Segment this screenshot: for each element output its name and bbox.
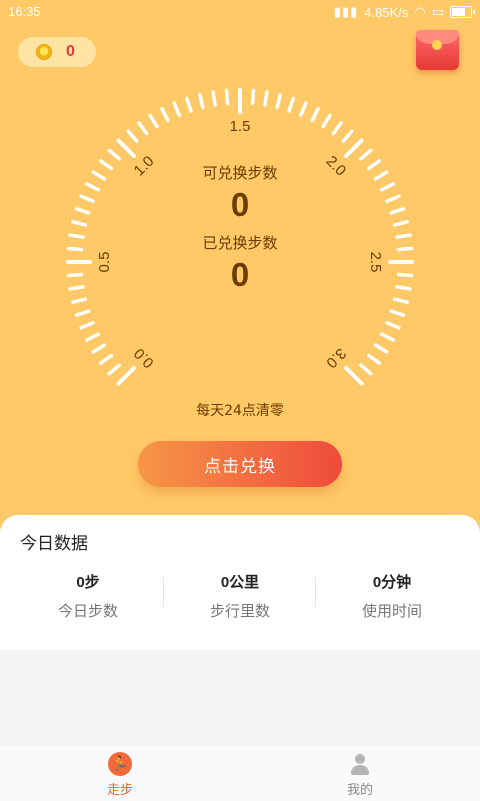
exchanged-steps-label: 已兑换步数 [202,234,278,252]
gauge-minor-tick [79,321,95,330]
gauge-minor-tick [148,113,159,129]
gauge-minor-tick [107,363,121,376]
gauge-minor-tick [373,343,389,354]
stat-time-label: 使用时间 [361,602,422,620]
gauge-minor-tick [172,101,181,117]
gauge-minor-tick [331,121,343,136]
gauge-minor-tick [126,129,139,143]
exchangeable-steps-value: 0 [230,186,250,223]
tab-walk-label: 走步 [106,783,133,798]
gauge-major-tick [344,366,364,386]
gauge-minor-tick [366,353,381,365]
gauge-minor-tick [263,90,269,107]
gauge-minor-tick [275,93,282,110]
gauge-minor-tick [385,321,401,330]
walk-icon: 🏃 [108,752,132,776]
tab-walk[interactable]: 🏃 走步 [0,752,240,798]
gauge-minor-tick [160,106,170,123]
today-data-card: 今日数据 0步 今日步数 0公里 步行里数 0分钟 使用时间 [0,515,480,650]
user-icon [348,752,372,776]
gauge-minor-tick [71,297,88,304]
exchange-button[interactable]: 点击兑换 [138,441,342,487]
gauge-minor-tick [99,353,114,365]
exchangeable-steps-label: 可兑换步数 [202,164,278,182]
gauge-minor-tick [379,332,396,342]
gauge-major-tick [116,366,136,386]
stat-time: 0分钟 使用时间 [312,571,472,621]
gauge-minor-tick [185,96,193,113]
gauge-minor-tick [91,343,107,354]
gauge-minor-tick [359,148,373,161]
bottom-tab-bar: 🏃 走步 我的 [0,745,480,801]
gauge-minor-tick [299,101,308,117]
gauge-minor-tick [392,297,409,304]
stat-steps: 0步 今日步数 [8,571,168,621]
stat-distance-value: 0公里 [220,574,260,591]
gauge-minor-tick [359,363,373,376]
today-data-title: 今日数据 [20,534,88,554]
gauge-minor-tick [310,106,320,123]
gauge-minor-tick [198,93,205,110]
stat-steps-value: 0步 [76,574,100,591]
reset-note: 每天24点清零 [196,403,284,419]
tab-mine[interactable]: 我的 [240,752,480,798]
gauge-minor-tick [107,148,121,161]
gauge-minor-tick [84,332,101,342]
exchanged-steps-value: 0 [230,256,250,293]
gauge-minor-tick [137,121,149,136]
gauge-minor-tick [224,88,230,106]
gauge-major-tick [344,138,364,158]
gauge-tick-label: 1.5 [230,118,251,135]
tab-mine-label: 我的 [346,783,373,798]
gauge-minor-tick [250,88,256,106]
gauge-minor-tick [74,309,91,317]
gauge-minor-tick [211,90,217,107]
gauge-minor-tick [341,129,354,143]
gauge-major-tick [116,138,136,158]
stat-steps-label: 今日步数 [57,602,118,620]
stat-distance: 0公里 步行里数 [160,571,320,621]
gauge-minor-tick [389,309,406,317]
stat-distance-label: 步行里数 [209,602,270,620]
gauge-minor-tick [287,96,295,113]
stat-time-value: 0分钟 [372,574,412,591]
gauge-minor-tick [321,113,332,129]
